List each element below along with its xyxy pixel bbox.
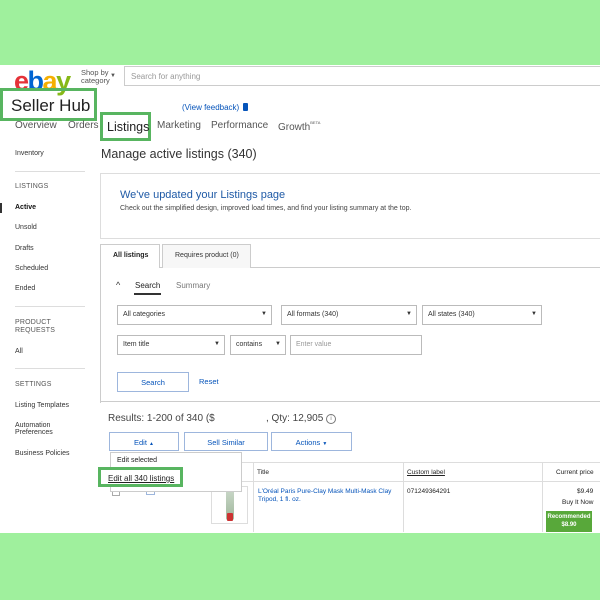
category-value: All categories (123, 311, 166, 318)
operator-value: contains (236, 341, 263, 348)
tab-performance[interactable]: Performance (211, 120, 268, 131)
category-label: category (81, 76, 110, 85)
formats-value: All formats (340) (287, 311, 339, 318)
menu-item-edit-all-listings[interactable]: Edit all 340 listings (98, 467, 183, 487)
phone-icon (243, 103, 249, 111)
sidebar-item-all[interactable]: All (15, 348, 23, 355)
tab-requires-product[interactable]: Requires product (0) (162, 244, 251, 268)
sidebar-item-active[interactable]: Active (15, 204, 36, 211)
column-header-title[interactable]: Title (257, 469, 269, 476)
tab-listings[interactable]: Listings (100, 112, 151, 141)
sidebar-item-unsold[interactable]: Unsold (15, 224, 37, 231)
tab-marketing[interactable]: Marketing (157, 120, 201, 131)
divider (15, 368, 85, 369)
reset-link[interactable]: Reset (199, 377, 219, 386)
sell-similar-button[interactable]: Sell Similar (184, 432, 268, 451)
category-select[interactable]: All categories ▼ (117, 305, 272, 325)
column-divider (542, 462, 543, 532)
formats-select[interactable]: All formats (340) ▼ (281, 305, 417, 325)
field-select[interactable]: Item title ▼ (117, 335, 225, 355)
results-summary: Results: 1-200 of 340 ($ , Qty: 12,905 i (108, 413, 337, 424)
chevron-down-icon: ▼ (531, 311, 537, 317)
actions-button[interactable]: Actions ▼ (271, 432, 352, 451)
subtab-underline (134, 293, 161, 295)
sidebar-heading-settings: SETTINGS (15, 381, 52, 388)
tab-overview[interactable]: Overview (15, 120, 57, 131)
menu-item-edit-selected[interactable]: Edit selected (117, 457, 157, 464)
tab-growth[interactable]: GrowthBETA (278, 120, 320, 133)
search-button[interactable]: Search (117, 372, 189, 392)
manage-listings-title: Manage active listings (340) (101, 147, 257, 161)
view-feedback-link[interactable]: (View feedback) (182, 103, 249, 112)
column-divider (403, 462, 404, 532)
page-title: Seller Hub (11, 96, 91, 115)
recommended-label: Recommended (547, 514, 591, 520)
automation-label: Automation (15, 422, 51, 429)
view-feedback-label: (View feedback) (182, 103, 240, 112)
actions-label: Actions (295, 438, 321, 447)
search-input[interactable]: Search for anything (124, 66, 600, 86)
sidebar-heading-product: PRODUCT (15, 319, 52, 326)
chevron-up-icon[interactable]: ^ (116, 280, 120, 290)
sidebar-heading-requests: REQUESTS (15, 327, 56, 334)
chevron-down-icon: ▼ (110, 73, 116, 79)
sidebar-heading-listings: LISTINGS (15, 183, 49, 190)
product-cap (227, 513, 233, 521)
recommended-price-badge[interactable]: Recommended $8.90 (546, 511, 592, 532)
states-select[interactable]: All states (340) ▼ (422, 305, 542, 325)
active-indicator (0, 203, 2, 213)
filter-value-input[interactable]: Enter value (290, 335, 422, 355)
sidebar-item-scheduled[interactable]: Scheduled (15, 265, 48, 272)
divider (100, 401, 600, 402)
ebay-page: ebay Shop by category ▼ Search for anyth… (0, 65, 600, 533)
chevron-up-icon: ▲ (149, 441, 154, 447)
column-header-custom-label[interactable]: Custom label (407, 469, 445, 476)
banner-text: Check out the simplified design, improve… (120, 205, 412, 212)
states-value: All states (340) (428, 311, 475, 318)
seller-hub-title: Seller Hub (0, 88, 97, 121)
results-text: Results: 1-200 of 340 ($ (108, 413, 215, 424)
chevron-down-icon: ▼ (322, 441, 328, 447)
custom-label-value: 071249364291 (407, 488, 451, 495)
shop-by-category-button[interactable]: Shop by category ▼ (81, 69, 116, 85)
chevron-down-icon: ▼ (261, 311, 267, 317)
sidebar-item-ended[interactable]: Ended (15, 285, 35, 292)
column-header-current-price[interactable]: Current price (556, 469, 594, 476)
tab-orders[interactable]: Orders (68, 120, 99, 131)
chevron-down-icon: ▼ (406, 311, 412, 317)
operator-select[interactable]: contains ▼ (230, 335, 286, 355)
subtab-search[interactable]: Search (135, 281, 160, 290)
edit-label: Edit (134, 438, 147, 447)
column-divider (253, 462, 254, 532)
sidebar-item-business-policies[interactable]: Business Policies (15, 450, 69, 457)
field-value: Item title (123, 341, 150, 348)
banner-title: We've updated your Listings page (120, 189, 286, 201)
current-price-value: $9.49 (577, 488, 594, 495)
qty-summary: , Qty: 12,905 i (266, 413, 337, 424)
subtab-summary[interactable]: Summary (176, 281, 210, 290)
sidebar-item-listing-templates[interactable]: Listing Templates (15, 402, 69, 409)
recommended-price: $8.90 (561, 522, 577, 528)
divider (15, 306, 85, 307)
sidebar-item-automation-preferences[interactable]: Automation Preferences (15, 422, 53, 436)
chevron-down-icon: ▼ (275, 341, 281, 347)
tab-growth-label: Growth (278, 122, 311, 133)
listing-format: Buy It Now (562, 499, 594, 506)
tab-all-listings[interactable]: All listings (100, 244, 160, 268)
edit-all-label: Edit all 340 listings (108, 474, 175, 483)
qty-text: , Qty: 12,905 (266, 413, 324, 424)
preferences-label: Preferences (15, 429, 53, 436)
sidebar-item-inventory[interactable]: Inventory (15, 150, 44, 157)
edit-button[interactable]: Edit ▲ (109, 432, 179, 451)
sidebar-item-drafts[interactable]: Drafts (15, 245, 34, 252)
tab-listings-label: Listings (107, 120, 150, 134)
info-icon[interactable]: i (326, 414, 337, 424)
beta-badge: BETA (310, 120, 321, 125)
divider (15, 171, 85, 172)
chevron-down-icon: ▼ (214, 341, 220, 347)
listing-title-link[interactable]: L'Oréal Paris Pure-Clay Mask Multi-Mask … (258, 488, 393, 504)
